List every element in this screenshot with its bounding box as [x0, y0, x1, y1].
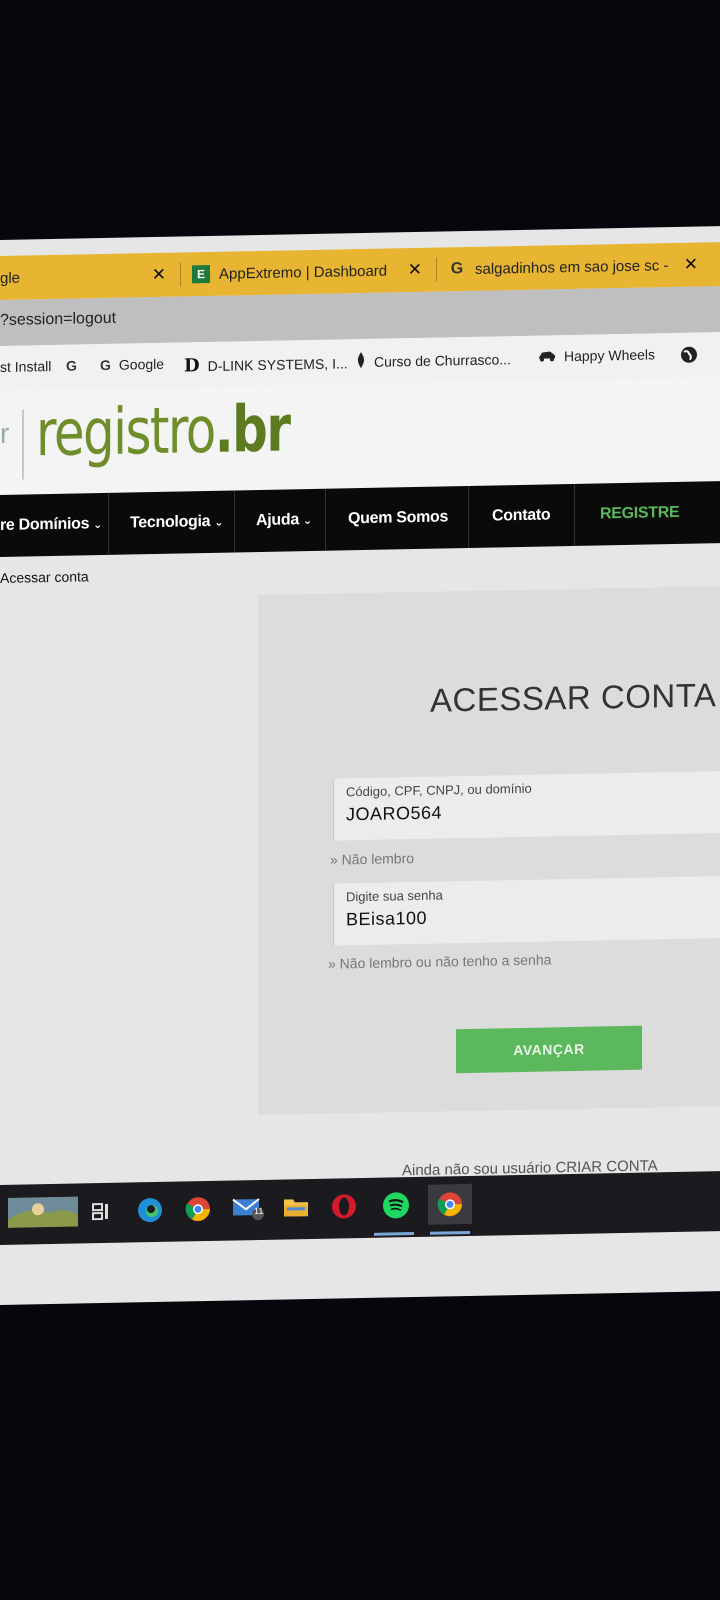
- breadcrumb: Acessar conta: [0, 568, 89, 586]
- user-field[interactable]: Código, CPF, CNPJ, ou domínio JOARO564: [333, 770, 720, 841]
- google-icon: G: [100, 356, 111, 374]
- chevron-down-icon: ⌄: [214, 516, 224, 529]
- nav-divider: [108, 492, 109, 555]
- nav-item-registre[interactable]: REGISTRE: [600, 482, 679, 546]
- chevron-down-icon: ⌄: [93, 518, 103, 531]
- user-input[interactable]: JOARO564: [346, 803, 442, 826]
- tab-divider: [180, 262, 181, 287]
- bookmark-label: Happy Wheels: [564, 346, 656, 365]
- bookmark-google[interactable]: G Google: [100, 356, 164, 373]
- url-text[interactable]: ?session=logout: [0, 310, 116, 330]
- tab-google[interactable]: gle ✕: [0, 253, 172, 300]
- bookmark-label: st Install: [0, 358, 52, 375]
- password-field[interactable]: Digite sua senha BEisa100: [333, 875, 720, 946]
- close-icon[interactable]: ✕: [152, 265, 166, 285]
- google-favicon-icon: G: [450, 260, 464, 278]
- registro-br-logo[interactable]: registro.br: [36, 392, 289, 471]
- nav-label: Quem Somos: [348, 508, 449, 528]
- tab-label: salgadinhos em sao jose sc -: [475, 256, 669, 278]
- chrome-active-indicator: [430, 1230, 470, 1235]
- main-nav: re Domínios ⌄ Tecnologia ⌄ Ajuda ⌄ Quem …: [0, 481, 720, 557]
- chevron-down-icon: ⌄: [302, 514, 312, 527]
- nav-divider: [234, 490, 235, 553]
- nav-divider: [468, 485, 469, 549]
- chrome-active-icon[interactable]: [428, 1183, 472, 1225]
- bookmark-churrasco[interactable]: Curso de Churrasco...: [356, 349, 511, 371]
- appextremo-favicon-icon: E: [192, 264, 210, 284]
- bookmark-label: Google: [118, 355, 165, 373]
- site-header: r registro.br: [0, 376, 720, 495]
- password-input[interactable]: BEisa100: [346, 908, 427, 931]
- nav-item-ajuda[interactable]: Ajuda ⌄: [256, 489, 312, 552]
- car-icon: [538, 348, 556, 364]
- nav-label: Contato: [492, 506, 551, 525]
- nav-item-quem-somos[interactable]: Quem Somos: [348, 486, 448, 550]
- bookmark-label: Curso de Churrasco...: [374, 350, 511, 370]
- logo-fragment: r: [0, 417, 10, 449]
- user-field-label: Código, CPF, CNPJ, ou domínio: [346, 780, 532, 800]
- bookmark-install[interactable]: st Install: [0, 358, 51, 375]
- close-icon[interactable]: ✕: [684, 255, 698, 275]
- logo-text: registro: [36, 393, 215, 472]
- bookmark-label: D-LINK SYSTEMS, I...: [207, 354, 348, 374]
- nav-item-contato[interactable]: Contato: [492, 484, 550, 547]
- tab-label: gle: [0, 269, 21, 287]
- nav-item-dominios[interactable]: re Domínios ⌄: [0, 493, 102, 557]
- weather-icon[interactable]: [8, 1196, 78, 1229]
- tab-appextremo[interactable]: E AppExtremo | Dashboard ✕: [192, 248, 422, 296]
- task-view-icon[interactable]: [86, 1195, 118, 1228]
- close-icon[interactable]: ✕: [408, 260, 422, 280]
- flame-icon: [356, 352, 366, 371]
- windows-taskbar: 11: [0, 1171, 720, 1245]
- nav-item-tecnologia[interactable]: Tecnologia ⌄: [130, 491, 223, 555]
- avancar-button[interactable]: AVANÇAR: [456, 1025, 642, 1074]
- page-title: ACESSAR CONTA: [430, 676, 717, 719]
- monitor-screen: gle ✕ E AppExtremo | Dashboard ✕ G salga…: [0, 226, 720, 1305]
- mail-icon[interactable]: 11: [232, 1192, 264, 1225]
- edge-icon[interactable]: [134, 1194, 166, 1227]
- bookmark-happy-wheels[interactable]: Happy Wheels: [538, 346, 655, 364]
- tab-salgadinhos[interactable]: G salgadinhos em sao jose sc - ✕: [448, 243, 698, 292]
- spotify-active-indicator: [374, 1232, 414, 1236]
- nav-label: REGISTRE: [600, 503, 680, 523]
- nav-divider: [325, 488, 326, 551]
- logo-divider: [22, 409, 24, 480]
- bookmark-globe[interactable]: [680, 345, 706, 366]
- nav-label: re Domínios: [0, 515, 90, 534]
- bookmark-dlink[interactable]: D D-LINK SYSTEMS, I...: [184, 352, 348, 377]
- spotify-icon[interactable]: [380, 1189, 412, 1222]
- mail-badge: 11: [254, 1205, 264, 1217]
- tab-divider: [436, 257, 437, 282]
- dlink-icon: D: [184, 355, 200, 377]
- folder-icon[interactable]: [280, 1191, 312, 1224]
- globe-icon: [680, 346, 698, 367]
- forgot-user-link[interactable]: » Não lembro: [330, 850, 414, 868]
- nav-label: Tecnologia: [130, 512, 211, 532]
- logo-suffix: .br: [214, 392, 290, 468]
- nav-label: Ajuda: [256, 511, 299, 530]
- password-field-label: Digite sua senha: [346, 887, 443, 905]
- nav-divider: [574, 483, 575, 546]
- google-icon: G: [66, 357, 77, 374]
- bookmark-g[interactable]: G: [66, 357, 85, 374]
- chrome-icon[interactable]: [182, 1193, 214, 1226]
- tab-label: AppExtremo | Dashboard: [219, 262, 388, 283]
- opera-icon[interactable]: [328, 1190, 360, 1223]
